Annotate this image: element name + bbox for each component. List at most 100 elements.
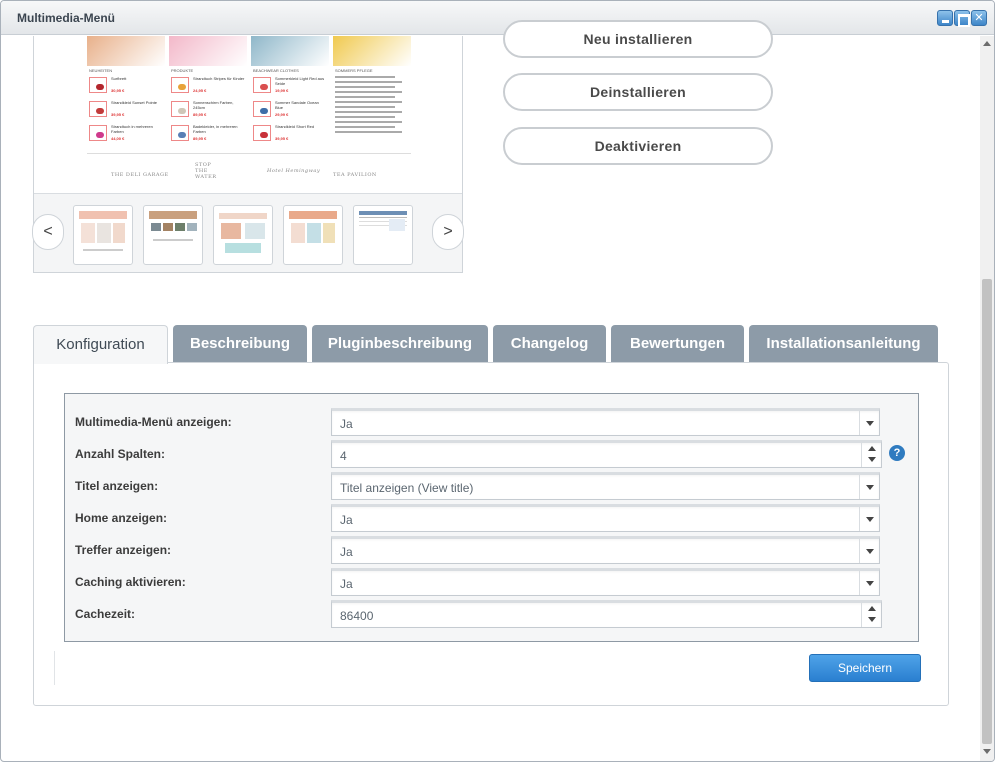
window-title: Multimedia-Menü — [17, 11, 115, 25]
chevron-down-icon[interactable] — [859, 507, 879, 531]
tab-changelog[interactable]: Changelog — [493, 325, 606, 363]
select-value: Titel anzeigen (View title) — [340, 481, 474, 495]
preview-hero-image — [87, 36, 165, 66]
form-row-show-hits: Treffer anzeigen: Ja — [65, 536, 918, 564]
minimize-icon[interactable] — [937, 10, 953, 26]
preview-product: Strandtuch Stripes für Kinder 24,95 € — [169, 75, 247, 97]
plugin-preview-gallery: THE DELI GARAGE STOP THE WATER Hotel Hem… — [32, 36, 464, 273]
gallery-prev-button[interactable]: < — [32, 214, 64, 250]
preview-product: Strandkleid Short Red 39,95 € — [251, 123, 329, 145]
spinner[interactable] — [861, 443, 881, 467]
preview-product-thumbnail — [89, 101, 107, 117]
chevron-down-icon[interactable] — [859, 475, 879, 499]
preview-product-image — [260, 132, 268, 138]
show-menu-select[interactable]: Ja — [331, 408, 880, 436]
spin-up-icon[interactable] — [868, 446, 876, 451]
select-value: Ja — [340, 577, 353, 591]
field-label: Anzahl Spalten: — [75, 447, 166, 461]
field-label: Caching aktivieren: — [75, 575, 186, 589]
tab-plugin-description[interactable]: Pluginbeschreibung — [312, 325, 488, 363]
preview-product-image — [96, 132, 104, 138]
spin-up-icon[interactable] — [868, 606, 876, 611]
preview-column-heading: SOMMERS PFLEGE — [335, 68, 373, 73]
gallery-thumbnail[interactable] — [353, 205, 413, 265]
preview-text-block — [333, 76, 411, 133]
spin-down-icon[interactable] — [868, 457, 876, 462]
preview-product: Badekleider, in mehreren Farben 89,95 € — [169, 123, 247, 145]
scroll-up-icon[interactable] — [983, 41, 991, 46]
show-title-select[interactable]: Titel anzeigen (View title) — [331, 472, 880, 500]
gallery-thumbnail[interactable] — [283, 205, 343, 265]
spin-down-icon[interactable] — [868, 617, 876, 622]
gallery-next-button[interactable]: > — [432, 214, 464, 250]
show-home-select[interactable]: Ja — [331, 504, 880, 532]
preview-product-image — [178, 132, 186, 138]
maximize-icon[interactable] — [954, 10, 970, 27]
uninstall-button[interactable]: Deinstallieren — [503, 73, 773, 111]
preview-product: Sommer Sandale Ocean Blue 29,99 € — [251, 99, 329, 121]
preview-column-heading: PRODUKTE — [171, 68, 194, 73]
gallery-thumbnail[interactable] — [73, 205, 133, 265]
vertical-scrollbar[interactable] — [980, 36, 994, 761]
help-icon[interactable]: ? — [889, 445, 905, 461]
preview-product-thumbnail — [253, 125, 271, 141]
preview-text-line — [335, 101, 402, 103]
preview-product-thumbnail — [253, 77, 271, 93]
preview-product-price: 24,95 € — [193, 88, 207, 93]
preview-product-price: 39,95 € — [275, 136, 289, 141]
preview-text-line — [335, 96, 395, 98]
preview-text-line — [335, 126, 395, 128]
preview-product-title: Sonnenschirm Farben, 245cm — [193, 100, 234, 110]
preview-image[interactable]: THE DELI GARAGE STOP THE WATER Hotel Hem… — [87, 36, 411, 186]
chevron-down-icon[interactable] — [859, 411, 879, 435]
number-value: 86400 — [340, 609, 374, 623]
preview-product-price: 89,95 € — [193, 136, 207, 141]
reinstall-button[interactable]: Neu installieren — [503, 20, 773, 58]
preview-product-title: Strandkleid Sunset Pointe — [111, 100, 158, 105]
preview-product-image — [178, 84, 186, 90]
column-count-stepper[interactable]: 4 — [331, 440, 882, 468]
gallery-thumbnail[interactable] — [213, 205, 273, 265]
select-value: Ja — [340, 513, 353, 527]
scroll-down-icon[interactable] — [983, 749, 991, 754]
preview-column: NEUHEITEN Surfbrett 30,95 € Strandkleid Sun… — [87, 36, 165, 186]
close-icon[interactable]: ✕ — [971, 10, 987, 26]
preview-product-title: Strandkleid Short Red — [275, 124, 315, 129]
preview-product: Strandtuch in mehreren Farben 44,00 € — [87, 123, 165, 145]
tab-description[interactable]: Beschreibung — [173, 325, 307, 363]
preview-product-thumbnail — [171, 101, 189, 117]
save-button[interactable]: Speichern — [809, 654, 921, 682]
preview-product-price: 39,95 € — [111, 112, 125, 117]
chevron-down-icon[interactable] — [859, 571, 879, 595]
form-row-enable-caching: Caching aktivieren: Ja — [65, 568, 918, 596]
spinner[interactable] — [861, 603, 881, 627]
form-row-show-home: Home anzeigen: Ja — [65, 504, 918, 532]
preview-product-title: Surfbrett — [111, 76, 127, 81]
preview-product: Sonnenschirm Farben, 245cm 89,95 € — [169, 99, 247, 121]
preview-product-thumbnail — [89, 77, 107, 93]
window-titlebar[interactable]: Multimedia-Menü ✕ — [1, 1, 994, 35]
configuration-form: Multimedia-Menü anzeigen: Ja Anzahl Spal… — [64, 393, 919, 642]
preview-product-thumbnail — [171, 125, 189, 141]
deactivate-button[interactable]: Deaktivieren — [503, 127, 773, 165]
select-value: Ja — [340, 545, 353, 559]
tab-ratings[interactable]: Bewertungen — [611, 325, 744, 363]
preview-product-image — [178, 108, 186, 114]
show-hits-select[interactable]: Ja — [331, 536, 880, 564]
enable-caching-select[interactable]: Ja — [331, 568, 880, 596]
tab-installation-guide[interactable]: Installationsanleitung — [749, 325, 938, 363]
chevron-down-icon[interactable] — [859, 539, 879, 563]
gallery-thumbnail[interactable] — [143, 205, 203, 265]
form-row-show-menu: Multimedia-Menü anzeigen: Ja — [65, 408, 918, 436]
tab-configuration[interactable]: Konfiguration — [33, 325, 168, 364]
preview-text-line — [335, 131, 402, 133]
field-label: Multimedia-Menü anzeigen: — [75, 415, 232, 429]
cache-time-stepper[interactable]: 86400 — [331, 600, 882, 628]
preview-product-price: 30,95 € — [111, 88, 125, 93]
field-label: Home anzeigen: — [75, 511, 168, 525]
preview-product-price: 89,95 € — [193, 112, 207, 117]
preview-product-title: Sommerkleid Light Red aus Seide — [275, 76, 325, 86]
scrollbar-thumb[interactable] — [982, 279, 992, 744]
preview-product-image — [260, 84, 268, 90]
preview-product-image — [96, 108, 104, 114]
